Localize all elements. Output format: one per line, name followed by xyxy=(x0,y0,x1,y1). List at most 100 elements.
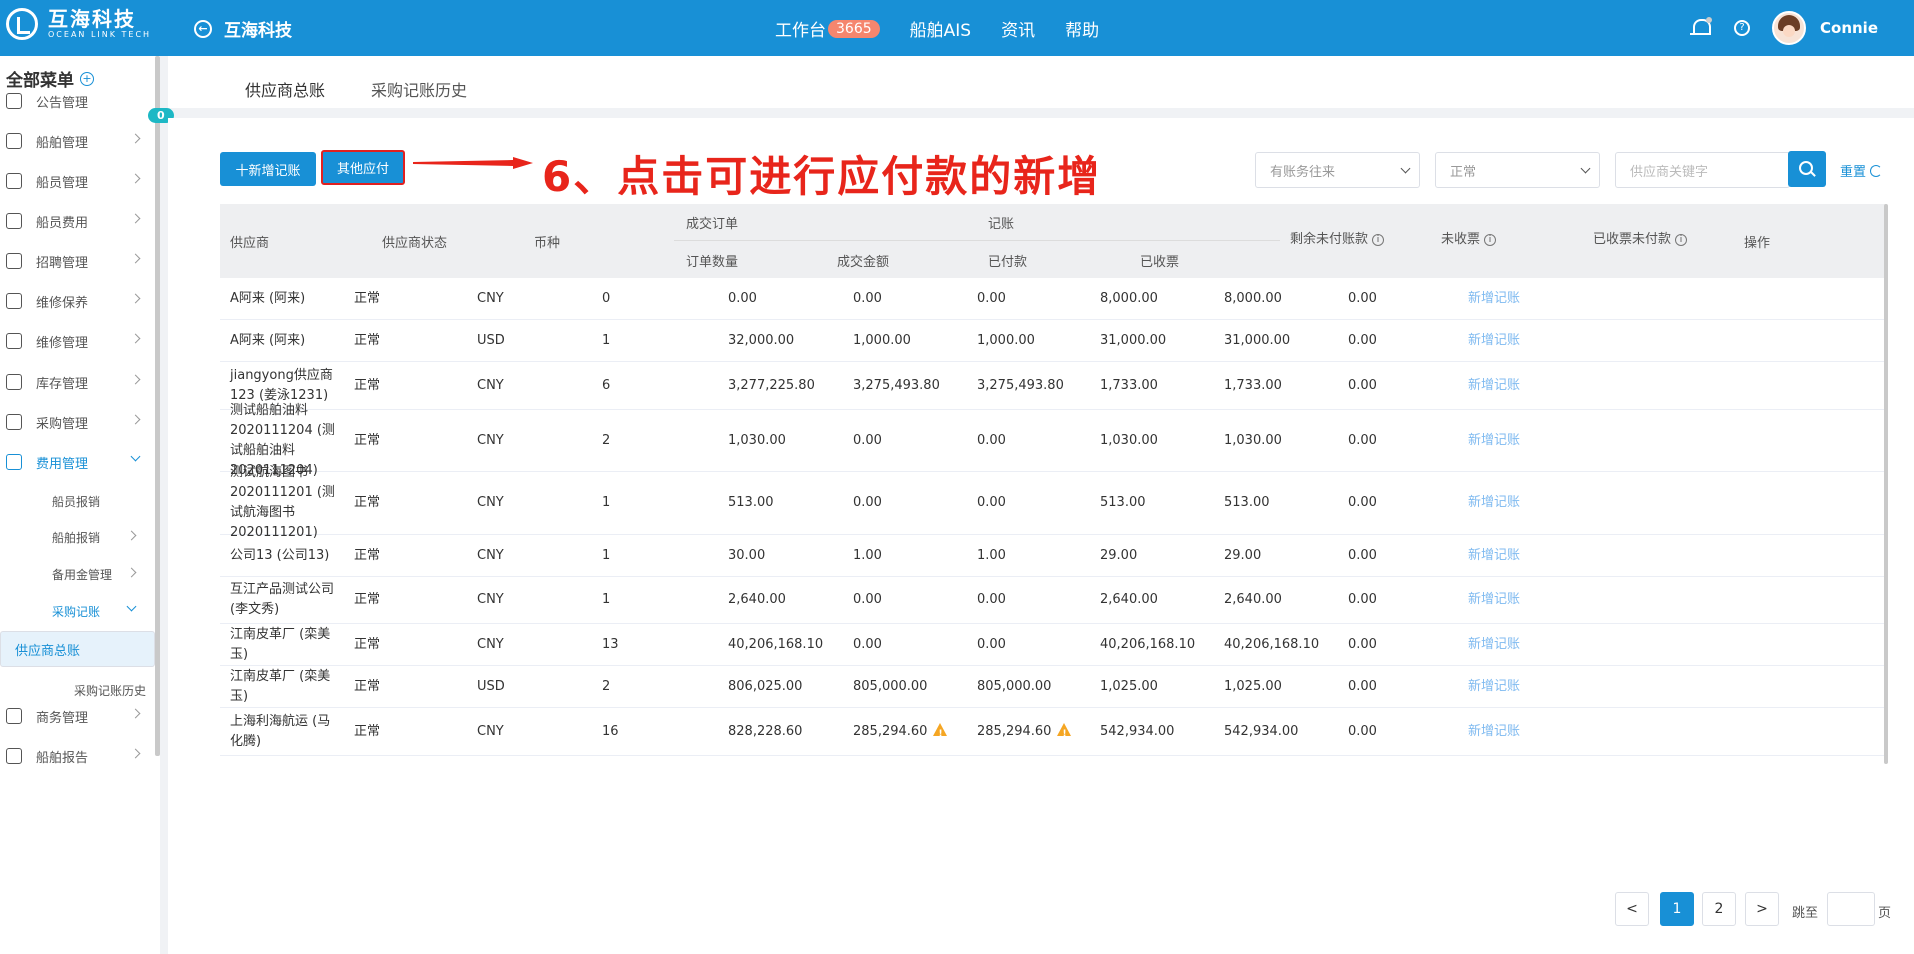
cell-supplier: 测试航海图书2020111201 (测试航海图书2020111201) xyxy=(230,463,342,543)
bell-icon[interactable] xyxy=(1690,17,1712,39)
cell-text: 1,733.00 xyxy=(1224,377,1282,393)
cell-action[interactable]: 新增记账 xyxy=(1468,635,1520,655)
cell-amount: 806,025.00 xyxy=(728,677,802,697)
page-2-button[interactable]: 2 xyxy=(1702,892,1736,926)
cell-text: 正常 xyxy=(354,377,381,393)
cell-text: 0.00 xyxy=(1348,290,1377,306)
back-link[interactable]: ← 互海科技 xyxy=(194,16,292,41)
back-arrow-icon: ← xyxy=(194,19,212,38)
help-icon[interactable]: ? xyxy=(1734,20,1750,36)
info-icon[interactable]: i xyxy=(1675,234,1688,246)
cell-status: 正常 xyxy=(354,376,380,396)
cell-action[interactable]: 新增记账 xyxy=(1468,677,1520,697)
sidebar-sub-label: 备用金管理 xyxy=(52,567,113,582)
cell-text: 1,030.00 xyxy=(728,432,786,448)
sidebar-item-maintenance[interactable]: 维修保养 xyxy=(0,286,155,316)
cell-text: 正常 xyxy=(354,290,381,306)
cell-action[interactable]: 新增记账 xyxy=(1468,493,1520,513)
search-button[interactable] xyxy=(1788,151,1826,187)
sidebar-item-crew-cost[interactable]: 船员费用 xyxy=(0,206,155,236)
sidebar-sub-ship-reimburse[interactable]: 船舶报销 xyxy=(0,522,155,552)
cell-not-received: 513.00 xyxy=(1224,493,1270,513)
cell-count: 2 xyxy=(602,677,610,697)
cell-text: 40,206,168.10 xyxy=(728,636,824,652)
cell-action[interactable]: 新增记账 xyxy=(1468,546,1520,566)
sidebar-scrollbar[interactable] xyxy=(155,56,160,756)
cell-status: 正常 xyxy=(354,331,380,351)
cell-currency: USD xyxy=(477,677,505,697)
logo-subtext: OCEAN LINK TECH xyxy=(48,30,152,39)
cell-text: 2 xyxy=(602,678,611,694)
sidebar-item-report[interactable]: 船舶报告 xyxy=(0,741,155,771)
sidebar-item-business[interactable]: 商务管理 xyxy=(0,701,155,731)
add-menu-icon[interactable]: + xyxy=(80,71,94,86)
sidebar-item-label: 采购管理 xyxy=(36,416,89,432)
cell-not-received: 2,640.00 xyxy=(1224,590,1282,610)
cell-status: 正常 xyxy=(354,289,380,309)
cell-status: 正常 xyxy=(354,677,380,697)
cell-text: 正常 xyxy=(354,723,381,739)
col-currency: 币种 xyxy=(534,236,561,251)
page-1-button[interactable]: 1 xyxy=(1660,892,1694,926)
chevron-right-icon xyxy=(130,293,141,304)
nav-news[interactable]: 资讯 xyxy=(1001,16,1035,41)
account-filter-select[interactable]: 有账务往来 xyxy=(1255,152,1420,188)
info-icon[interactable]: i xyxy=(1372,234,1385,246)
cell-action[interactable]: 新增记账 xyxy=(1468,331,1520,351)
sidebar-sub-petty-cash[interactable]: 备用金管理 xyxy=(0,559,155,589)
sidebar-item-cost[interactable]: 费用管理 xyxy=(0,447,155,477)
reset-label: 重置 xyxy=(1840,165,1867,180)
cell-action[interactable]: 新增记账 xyxy=(1468,289,1520,309)
sidebar-sub2-supplier-ledger[interactable]: 供应商总账 xyxy=(0,631,155,667)
tab-purchase-history[interactable]: 采购记账历史 xyxy=(371,77,467,101)
chevron-right-icon xyxy=(130,333,141,344)
other-payable-button[interactable]: 其他应付 xyxy=(321,150,405,185)
cell-received: 285,294.60 xyxy=(977,722,1072,744)
cell-text: 2,640.00 xyxy=(1100,592,1158,607)
username[interactable]: Connie xyxy=(1820,19,1878,37)
cell-text: CNY xyxy=(477,290,504,306)
status-filter-select[interactable]: 正常 xyxy=(1435,152,1600,188)
cell-action[interactable]: 新增记账 xyxy=(1468,722,1520,742)
sidebar-item-repair[interactable]: 维修管理 xyxy=(0,326,155,356)
sidebar-item-purchase[interactable]: 采购管理 xyxy=(0,407,155,437)
sidebar-item-recruit[interactable]: 招聘管理 xyxy=(0,246,155,276)
nav-ais[interactable]: 船舶AIS xyxy=(910,16,971,41)
cell-action[interactable]: 新增记账 xyxy=(1468,376,1520,396)
logo[interactable]: 互海科技 OCEAN LINK TECH xyxy=(6,8,151,40)
cell-action[interactable]: 新增记账 xyxy=(1468,431,1520,451)
sidebar-item-stock[interactable]: 库存管理 xyxy=(0,367,155,397)
prev-page-button[interactable]: < xyxy=(1615,892,1649,926)
cell-received-unpaid: 0.00 xyxy=(1348,289,1377,309)
cell-not-received: 1,030.00 xyxy=(1224,431,1282,451)
cell-currency: CNY xyxy=(477,376,504,396)
sidebar-item-ship[interactable]: 船舶管理 xyxy=(0,126,155,156)
sidebar-item-label: 库存管理 xyxy=(36,376,89,392)
avatar[interactable] xyxy=(1772,11,1806,45)
cell-text: 0.00 xyxy=(1348,377,1377,393)
cell-action[interactable]: 新增记账 xyxy=(1468,590,1520,610)
add-record-button[interactable]: 十新增记账 xyxy=(220,152,316,186)
warning-icon[interactable] xyxy=(1057,722,1072,744)
cell-text: 1.00 xyxy=(977,547,1006,563)
info-icon[interactable]: i xyxy=(1484,234,1497,246)
next-page-button[interactable]: > xyxy=(1745,892,1779,926)
sidebar-sub-purchase-accounting[interactable]: 采购记账 xyxy=(0,596,155,626)
cell-text: 31,000.00 xyxy=(1224,332,1291,348)
nav-workbench[interactable]: 工作台 3665 xyxy=(775,16,880,41)
nav-help[interactable]: 帮助 xyxy=(1065,16,1099,41)
reset-button[interactable]: 重置 xyxy=(1840,161,1883,180)
cell-text: 正常 xyxy=(354,678,381,694)
cell-text: 3,275,493.80 xyxy=(853,377,940,393)
sidebar-item-label: 船员费用 xyxy=(36,215,89,231)
cell-text: 1 xyxy=(602,332,611,348)
sidebar-item-notice[interactable]: 公告管理 xyxy=(0,86,155,116)
sidebar-sub-crew-reimburse[interactable]: 船员报销 xyxy=(0,486,155,516)
supplier-search-input[interactable]: 供应商关键字 xyxy=(1615,152,1790,188)
warning-icon[interactable] xyxy=(933,722,948,744)
tab-supplier-ledger[interactable]: 供应商总账 xyxy=(245,77,325,101)
wallet-icon xyxy=(6,213,22,229)
sidebar-item-crew[interactable]: 船员管理 xyxy=(0,166,155,196)
jump-page-input[interactable] xyxy=(1827,892,1875,926)
table-scrollbar[interactable] xyxy=(1884,204,1888,764)
